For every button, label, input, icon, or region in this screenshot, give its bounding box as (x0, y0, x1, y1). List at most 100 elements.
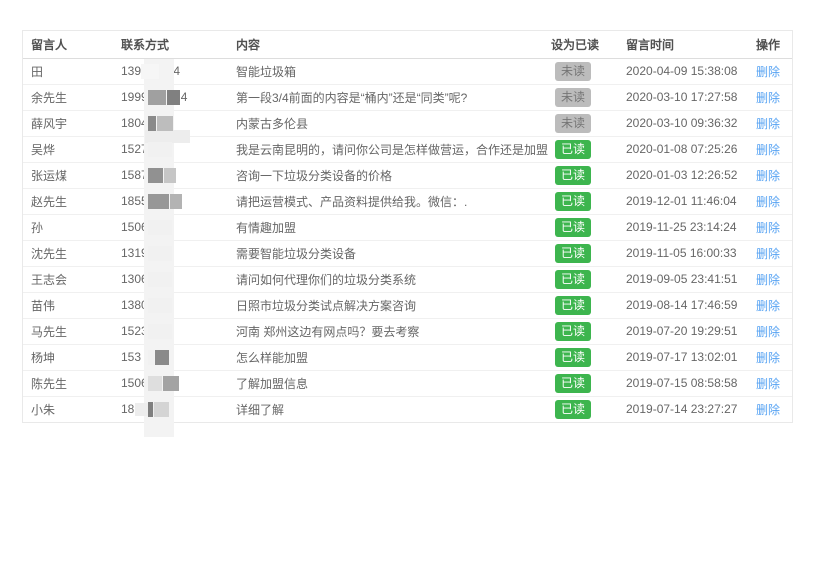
phone-visible-pre: 1380 (121, 298, 148, 312)
table-row: 吴烨 1527 我是云南昆明的，请问你公司是怎样做营运，合作还是加盟 已读 20… (23, 136, 792, 162)
phone-censor-blur (148, 90, 181, 105)
col-header-mark-read: 设为已读 (551, 31, 626, 58)
contact-phone: 1587 (121, 168, 177, 183)
phone-censor-blur (148, 116, 174, 131)
message-time: 2020-01-03 12:26:52 (626, 168, 737, 182)
table-row: 孙 1506 有情趣加盟 已读 2019-11-25 23:14:24 删除 (23, 214, 792, 240)
phone-visible-pre: 1306 (121, 272, 148, 286)
read-status-badge[interactable]: 已读 (555, 296, 591, 315)
phone-censor-blur (148, 194, 183, 209)
read-status-badge[interactable]: 已读 (555, 348, 591, 367)
read-status-badge[interactable]: 已读 (555, 140, 591, 159)
contact-phone: 1380 (121, 298, 173, 313)
table-row: 马先生 1523 河南 郑州这边有网点吗？要去考察 已读 2019-07-20 … (23, 318, 792, 344)
contact-phone: 1506 (121, 376, 180, 391)
commenter-name: 马先生 (31, 325, 67, 339)
message-time: 2020-04-09 15:38:08 (626, 64, 737, 78)
commenter-name: 张运煤 (31, 169, 67, 183)
read-status-badge[interactable]: 已读 (555, 322, 591, 341)
table-header: 留言人 联系方式 内容 设为已读 留言时间 操作 (23, 31, 792, 58)
phone-visible-pre: 1804 (121, 116, 148, 130)
commenter-name: 苗伟 (31, 299, 55, 313)
phone-visible-pre: 1506 (121, 376, 148, 390)
delete-link[interactable]: 删除 (756, 351, 780, 365)
read-status-badge[interactable]: 已读 (555, 166, 591, 185)
commenter-name: 孙 (31, 221, 43, 235)
read-status-badge[interactable]: 已读 (555, 400, 591, 419)
message-content: 请问如何代理你们的垃圾分类系统 (236, 273, 416, 287)
delete-link[interactable]: 删除 (756, 143, 780, 157)
read-status-badge[interactable]: 已读 (555, 244, 591, 263)
phone-visible-pre: 1523 (121, 324, 148, 338)
contact-phone: 1527 (121, 142, 173, 157)
read-status-badge[interactable]: 已读 (555, 270, 591, 289)
read-status-badge[interactable]: 已读 (555, 374, 591, 393)
commenter-name: 王志会 (31, 273, 67, 287)
delete-link[interactable]: 删除 (756, 377, 780, 391)
table-row: 赵先生 1855 请把运营模式、产品资料提供给我。微信：. 已读 2019-12… (23, 188, 792, 214)
contact-phone: 1306 (121, 272, 173, 287)
delete-link[interactable]: 删除 (756, 65, 780, 79)
message-content: 怎么样能加盟 (236, 351, 308, 365)
table-row: 薛风宇 1804 内蒙古多伦县 未读 2020-03-10 09:36:32 删… (23, 110, 792, 136)
delete-link[interactable]: 删除 (756, 403, 780, 417)
phone-visible-pre: 1527 (121, 142, 148, 156)
contact-phone: 1855 (121, 194, 183, 209)
read-status-badge[interactable]: 已读 (555, 218, 591, 237)
phone-censor-blur (148, 350, 170, 365)
message-content: 智能垃圾箱 (236, 65, 296, 79)
message-content: 详细了解 (236, 403, 284, 417)
message-time: 2020-01-08 07:25:26 (626, 142, 737, 156)
read-status-badge[interactable]: 已读 (555, 192, 591, 211)
phone-censor-blur (148, 246, 173, 261)
read-status-badge[interactable]: 未读 (555, 62, 591, 81)
phone-visible-pre: 153 . (121, 350, 148, 364)
phone-visible-pre: 1896 (121, 402, 148, 416)
commenter-name: 赵先生 (31, 195, 67, 209)
read-status-badge[interactable]: 未读 (555, 114, 591, 133)
table-row: 苗伟 1380 日照市垃圾分类试点解决方案咨询 已读 2019-08-14 17… (23, 292, 792, 318)
message-time: 2019-07-20 19:29:51 (626, 324, 737, 338)
message-content: 河南 郑州这边有网点吗？要去考察 (236, 325, 419, 339)
message-time: 2019-11-05 16:00:33 (626, 246, 737, 260)
message-time: 2019-08-14 17:46:59 (626, 298, 737, 312)
phone-censor-blur (148, 402, 170, 417)
delete-link[interactable]: 删除 (756, 325, 780, 339)
contact-phone: 153 . (121, 350, 170, 365)
col-header-content: 内容 (236, 31, 551, 58)
phone-visible-pre: 1855 (121, 194, 148, 208)
commenter-name: 小朱 (31, 403, 55, 417)
phone-censor-blur (148, 324, 173, 339)
message-content: 我是云南昆明的，请问你公司是怎样做营运，合作还是加盟 (236, 143, 548, 157)
commenter-name: 沈先生 (31, 247, 67, 261)
delete-link[interactable]: 删除 (756, 299, 780, 313)
delete-link[interactable]: 删除 (756, 117, 780, 131)
phone-censor-blur (148, 376, 180, 391)
phone-censor-blur (148, 142, 173, 157)
message-time: 2019-07-17 13:02:01 (626, 350, 737, 364)
message-time: 2019-09-05 23:41:51 (626, 272, 737, 286)
table-row: 张运煤 1587 咨询一下垃圾分类设备的价格 已读 2020-01-03 12:… (23, 162, 792, 188)
delete-link[interactable]: 删除 (756, 195, 780, 209)
contact-phone: 1896 (121, 402, 170, 417)
col-header-contact: 联系方式 (121, 31, 236, 58)
read-status-badge[interactable]: 未读 (555, 88, 591, 107)
message-content: 请把运营模式、产品资料提供给我。微信：. (236, 195, 467, 209)
delete-link[interactable]: 删除 (756, 221, 780, 235)
phone-visible-post: 4 (181, 90, 188, 104)
delete-link[interactable]: 删除 (756, 169, 780, 183)
message-time: 2020-03-10 09:36:32 (626, 116, 737, 130)
delete-link[interactable]: 删除 (756, 247, 780, 261)
phone-censor-blur (148, 220, 173, 235)
message-content: 需要智能垃圾分类设备 (236, 247, 356, 261)
message-content: 内蒙古多伦县 (236, 117, 308, 131)
commenter-name: 陈先生 (31, 377, 67, 391)
phone-censor-blur (148, 168, 177, 183)
table-row: 田 139454 智能垃圾箱 未读 2020-04-09 15:38:08 删除 (23, 58, 792, 84)
contact-phone: 139454 (121, 64, 180, 79)
table-row: 陈先生 1506 了解加盟信息 已读 2019-07-15 08:58:58 删… (23, 370, 792, 396)
delete-link[interactable]: 删除 (756, 91, 780, 105)
message-content: 有情趣加盟 (236, 221, 296, 235)
delete-link[interactable]: 删除 (756, 273, 780, 287)
message-time: 2019-07-15 08:58:58 (626, 376, 737, 390)
